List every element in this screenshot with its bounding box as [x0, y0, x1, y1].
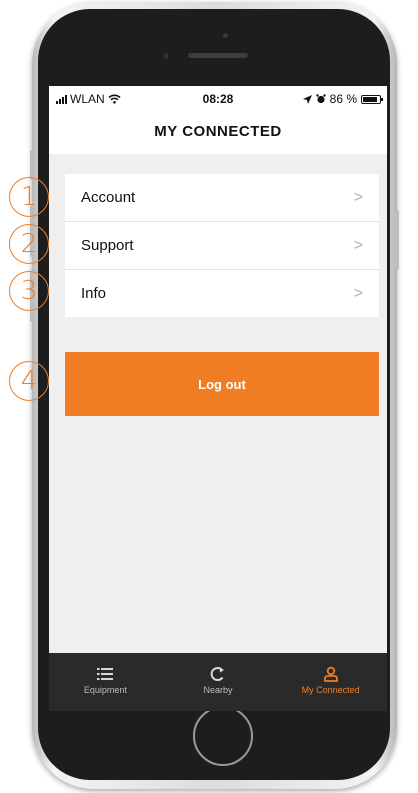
battery-icon [361, 94, 383, 104]
tab-equipment[interactable]: Equipment [49, 653, 162, 711]
menu-item-label: Support [81, 237, 134, 254]
annotation-marker-1: 1 [9, 177, 49, 217]
tab-label: Equipment [83, 685, 127, 695]
mute-switch [30, 150, 34, 180]
tab-nearby[interactable]: Nearby [162, 653, 275, 711]
app-screen: WLAN 08:28 86 % MY CONNECTED Account > S… [49, 86, 387, 711]
annotation-marker-4: 4 [9, 361, 49, 401]
menu-item-support[interactable]: Support > [65, 222, 379, 270]
status-right: 86 % [302, 92, 383, 106]
battery-fill [363, 96, 377, 102]
proximity-sensor [163, 53, 169, 59]
menu-item-account[interactable]: Account > [65, 174, 379, 222]
stage: WLAN 08:28 86 % MY CONNECTED Account > S… [0, 0, 418, 793]
user-icon [323, 663, 339, 685]
power-button [395, 210, 399, 270]
menu-item-label: Info [81, 285, 107, 302]
page-title: MY CONNECTED [49, 110, 387, 154]
list-icon [97, 663, 114, 685]
refresh-arrow-icon [210, 663, 226, 685]
battery-percent: 86 % [329, 92, 357, 106]
status-bar: WLAN 08:28 86 % [49, 86, 387, 110]
menu-item-info[interactable]: Info > [65, 270, 379, 317]
tab-bar: Equipment Nearby My Connected [49, 653, 387, 711]
earpiece-speaker [188, 53, 248, 58]
tab-label: My Connected [301, 685, 360, 695]
chevron-right-icon: > [353, 285, 363, 302]
alarm-icon [315, 94, 326, 104]
tab-my-connected[interactable]: My Connected [274, 653, 387, 711]
settings-menu: Account > Support > Info > [65, 174, 379, 317]
chevron-right-icon: > [353, 189, 363, 206]
chevron-right-icon: > [353, 237, 363, 254]
tab-label: Nearby [203, 685, 233, 695]
location-arrow-icon [302, 94, 312, 104]
annotation-marker-2: 2 [9, 224, 49, 264]
annotation-marker-3: 3 [9, 271, 49, 311]
logout-button[interactable]: Log out [65, 352, 379, 416]
front-camera [223, 33, 228, 38]
menu-item-label: Account [81, 189, 136, 206]
home-button[interactable] [193, 706, 253, 766]
